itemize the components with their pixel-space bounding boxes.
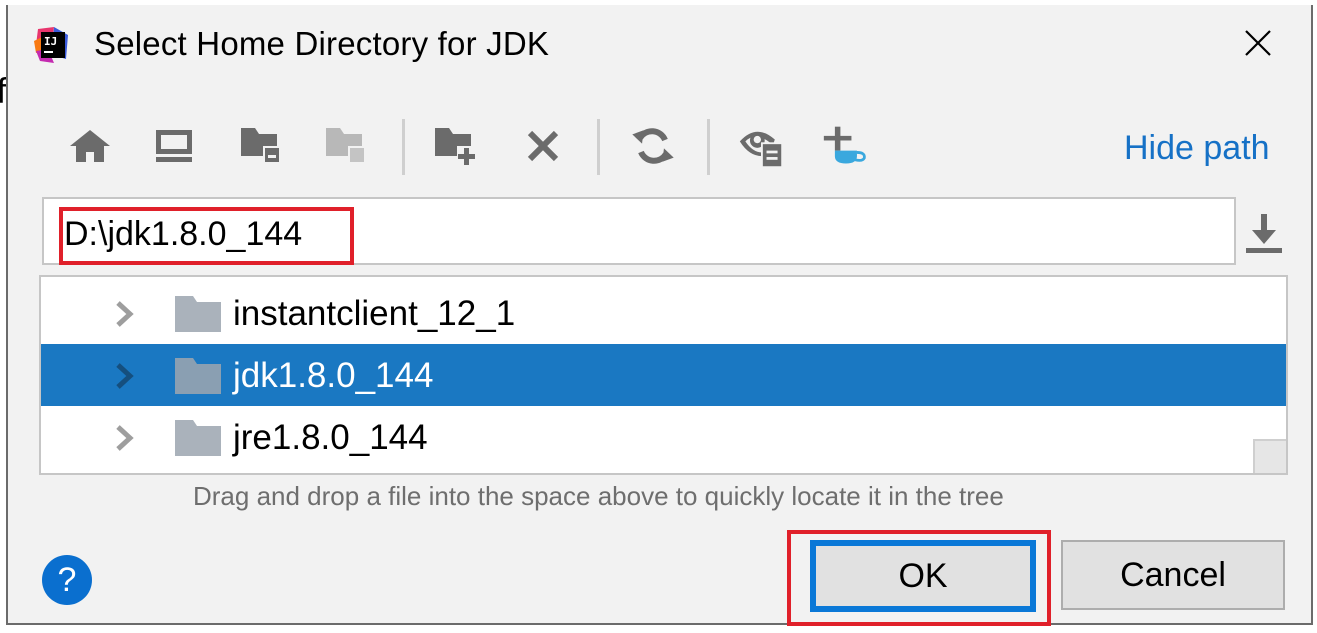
desktop-icon [156,130,192,162]
chevron-right-icon[interactable] [113,360,137,392]
folder-icon [175,296,221,332]
new-folder-button[interactable] [433,123,479,169]
folder-icon [175,358,221,394]
drag-drop-hint: Drag and drop a file into the space abov… [193,481,1004,511]
tree-item-label: jdk1.8.0_144 [233,356,434,395]
project-folder-icon [241,128,281,164]
tree-item-selected[interactable]: jdk1.8.0_144 [41,344,1286,406]
module-directory-button[interactable] [323,123,369,169]
tree-item[interactable]: jre1.8.0_144 [41,406,1286,468]
home-button[interactable] [67,123,113,169]
path-input[interactable] [64,209,1214,259]
desktop-button[interactable] [151,123,197,169]
download-jdk-button[interactable] [822,123,868,169]
refresh-button[interactable] [630,123,676,169]
scrollbar-corner [1253,439,1286,473]
intellij-logo-icon: IJ [32,25,72,65]
close-icon [1245,30,1271,56]
toolbar-separator [707,119,710,175]
dialog-title: Select Home Directory for JDK [94,25,550,62]
tree-item[interactable]: instantclient_12_1 [41,282,1286,344]
tree-item-label: jre1.8.0_144 [233,418,428,457]
delete-button[interactable] [520,123,566,169]
module-folder-icon [326,128,366,164]
folder-icon [175,420,221,456]
path-history-button[interactable] [1242,209,1286,259]
delete-icon [527,130,559,162]
show-hidden-files-button[interactable] [738,123,784,169]
title-bar: IJ Select Home Directory for JDK [8,5,1311,85]
toolbar-separator [402,119,405,175]
chevron-right-icon[interactable] [113,422,137,454]
cancel-button[interactable]: Cancel [1061,540,1285,610]
home-icon [70,130,110,162]
add-jdk-icon [823,126,866,164]
svg-text:IJ: IJ [44,35,57,48]
new-folder-icon [435,128,477,166]
file-chooser-toolbar [58,117,908,177]
help-button[interactable]: ? [42,555,92,605]
show-hidden-icon [739,131,784,169]
download-icon [1246,214,1282,253]
ok-button[interactable]: OK [810,540,1036,612]
toolbar-separator [597,119,600,175]
hide-path-link[interactable]: Hide path [1124,129,1270,168]
project-directory-button[interactable] [238,123,284,169]
close-button[interactable] [1236,23,1280,63]
file-tree[interactable]: instantclient_12_1 jdk1.8.0_144 jre1.8.0… [39,275,1288,475]
tree-item-label: instantclient_12_1 [233,294,516,333]
chevron-right-icon[interactable] [113,298,137,330]
path-field [42,197,1236,265]
select-jdk-home-dialog: IJ Select Home Directory for JDK Hide pa… [6,5,1313,626]
refresh-icon [632,128,674,164]
help-icon: ? [57,560,77,599]
